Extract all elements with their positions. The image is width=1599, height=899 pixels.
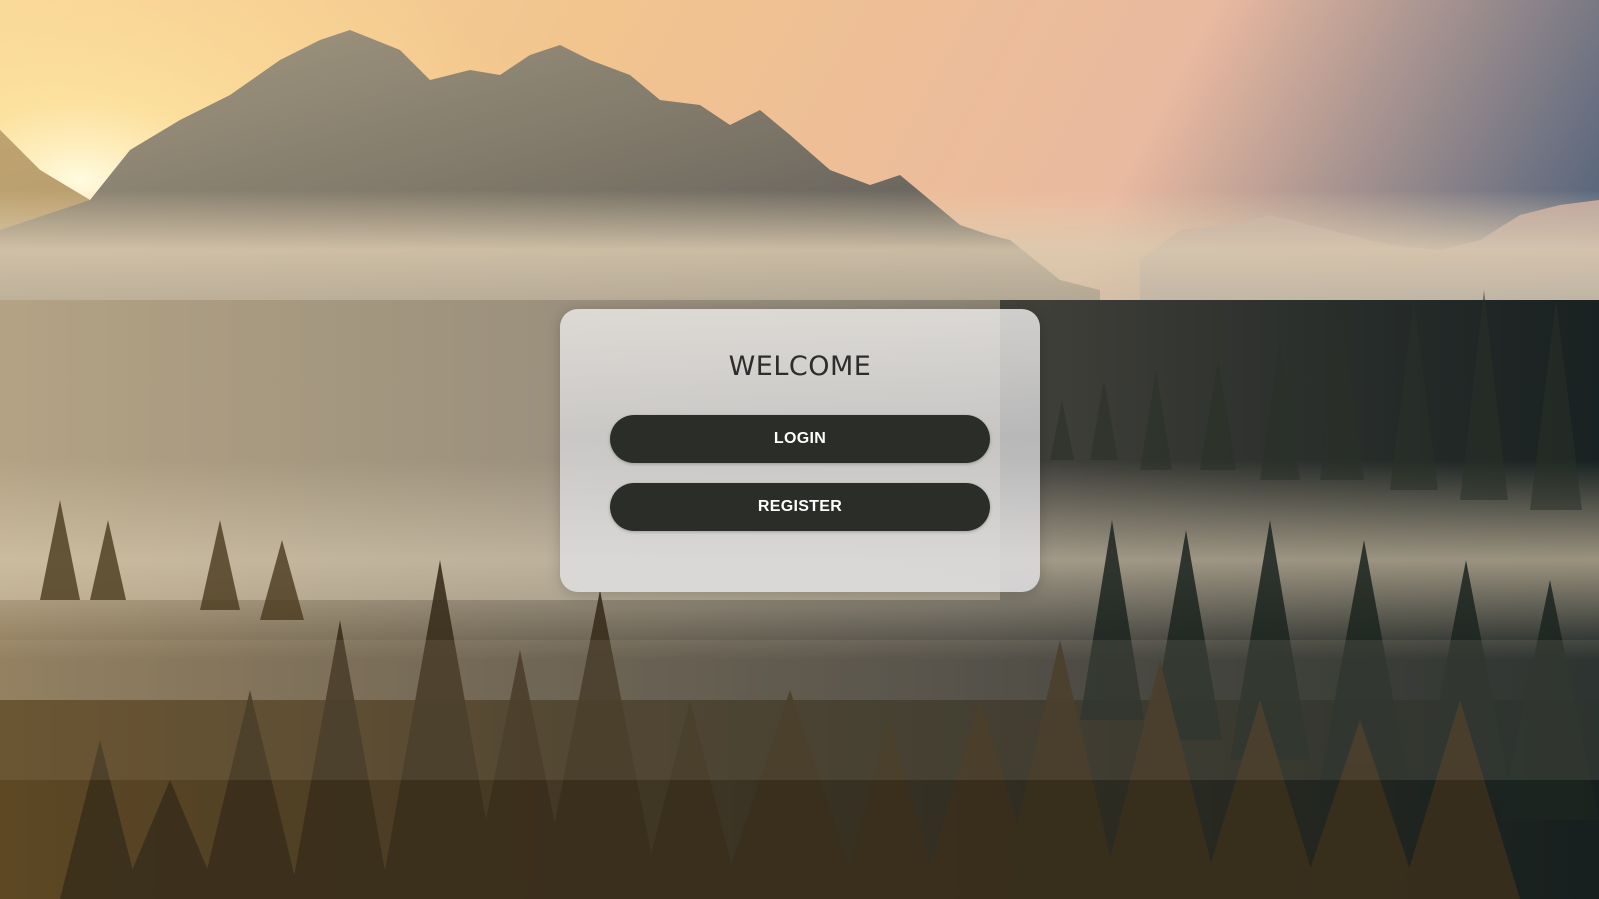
welcome-card: WELCOME LOGIN REGISTER	[560, 309, 1040, 592]
welcome-title: WELCOME	[728, 351, 872, 382]
login-button[interactable]: LOGIN	[610, 415, 990, 463]
register-button[interactable]: REGISTER	[610, 483, 990, 531]
login-screen: WELCOME LOGIN REGISTER	[0, 0, 1599, 899]
